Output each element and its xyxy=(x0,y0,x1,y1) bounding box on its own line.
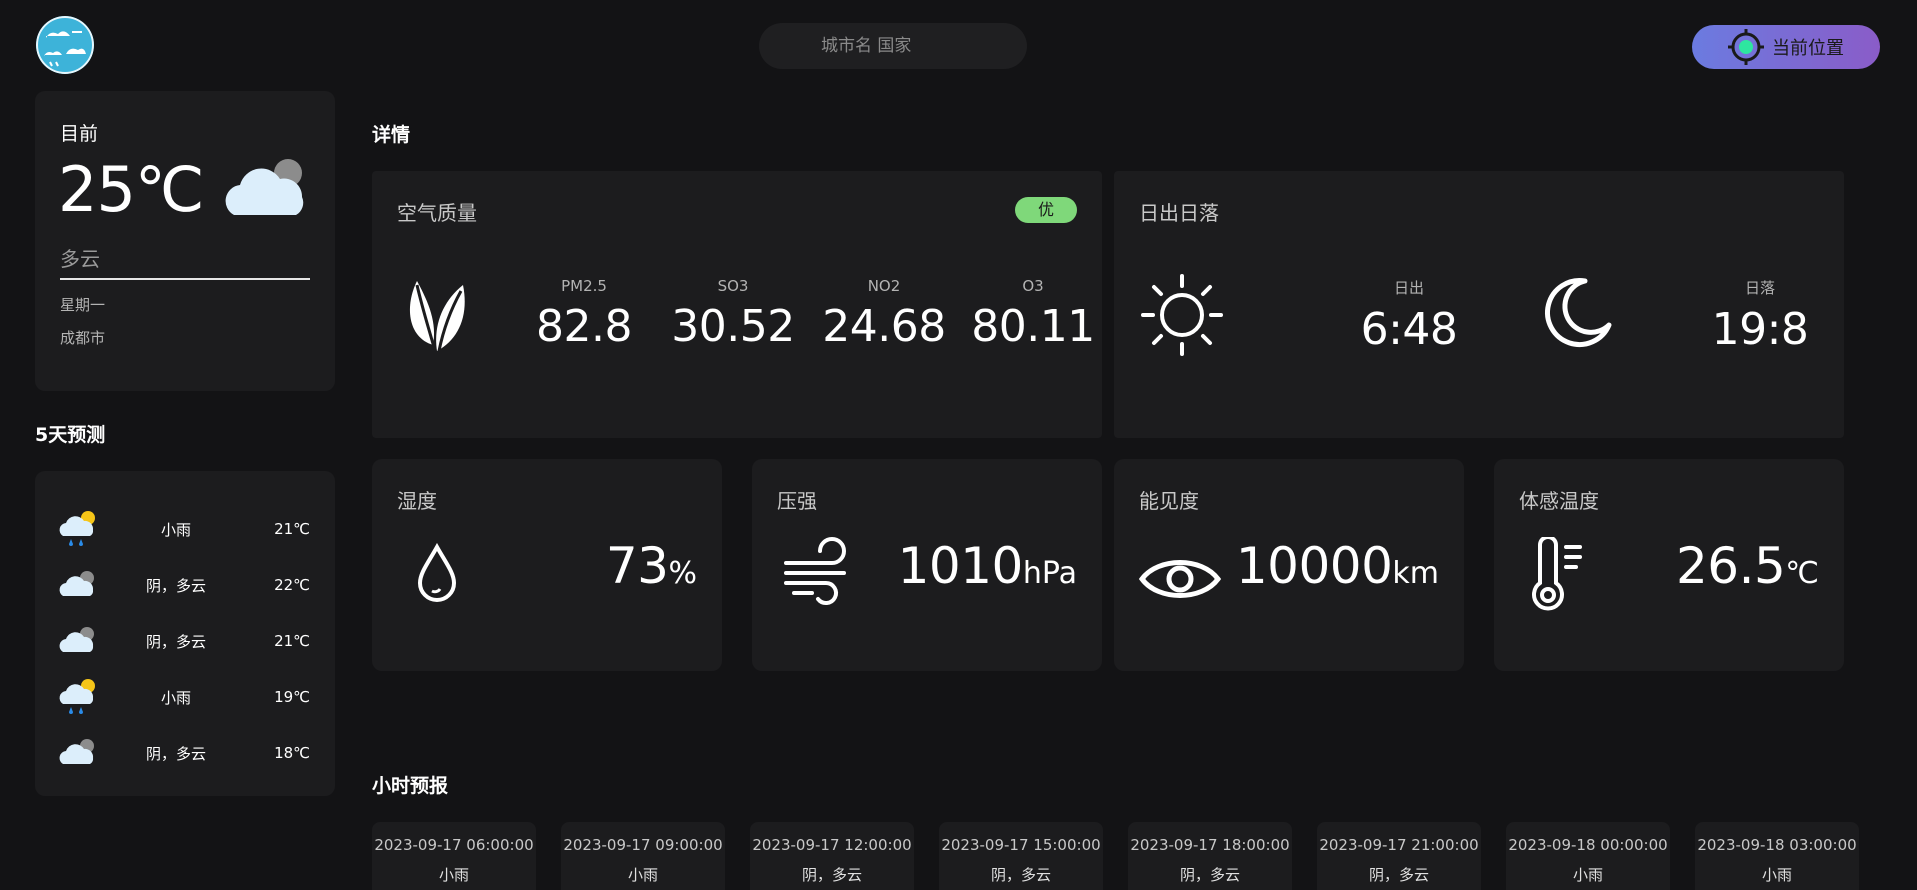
forecast-temp: 22℃ xyxy=(274,576,310,594)
pollutant-value: 24.68 xyxy=(822,301,946,352)
current-location-label: 当前位置 xyxy=(1772,38,1844,59)
pollutant-value: 82.8 xyxy=(536,301,632,352)
hourly-time: 2023-09-17 12:00:00 xyxy=(752,836,912,854)
hourly-condition: 阴，多云 xyxy=(1368,866,1429,884)
details-title: 详情 xyxy=(372,124,411,146)
hourly-condition: 小雨 xyxy=(438,866,469,884)
cloudy-icon xyxy=(225,159,304,215)
current-weather-card: 目前 25℃ 多云 星期一 成都市 xyxy=(35,91,335,391)
hourly-time: 2023-09-17 21:00:00 xyxy=(1319,836,1479,854)
search-box[interactable] xyxy=(759,23,1027,69)
hourly-condition: 小雨 xyxy=(627,866,658,884)
forecast-item[interactable]: 阴，多云 21℃ xyxy=(35,613,335,669)
pressure-title: 压强 xyxy=(777,489,817,513)
forecast-card: 小雨 21℃ 阴，多云 22℃ 阴，多云 21℃ 小雨 19℃ 阴，多云 18℃ xyxy=(35,471,335,796)
forecast-condition: 阴，多云 xyxy=(145,576,206,595)
sun-icon xyxy=(1141,274,1223,356)
visibility-title: 能见度 xyxy=(1139,489,1199,513)
pollutant-item: PM2.5 82.8 xyxy=(509,277,659,352)
pollutant-name: SO3 xyxy=(717,277,749,295)
air-quality-card: 空气质量 优 PM2.5 82.8 SO3 30.52 NO2 24.68 O3 80.11 xyxy=(372,171,1102,438)
pollutant-value: 30.52 xyxy=(671,301,795,352)
humidity-card: 湿度 73% xyxy=(372,459,722,671)
pollutant-name: PM2.5 xyxy=(561,277,607,295)
forecast-condition: 小雨 xyxy=(160,688,191,707)
hourly-time: 2023-09-18 03:00:00 xyxy=(1697,836,1857,854)
hourly-condition: 小雨 xyxy=(1761,866,1792,884)
crosshair-icon xyxy=(1728,29,1764,65)
forecast-temp: 21℃ xyxy=(274,632,310,650)
hourly-item[interactable]: 2023-09-17 21:00:00 阴，多云 xyxy=(1317,822,1481,890)
forecast-item[interactable]: 小雨 21℃ xyxy=(35,501,335,557)
pressure-card: 压强 1010hPa xyxy=(752,459,1102,671)
current-weekday: 星期一 xyxy=(60,296,106,314)
forecast-condition: 阴，多云 xyxy=(145,632,206,651)
forecast-title: 5天预测 xyxy=(35,424,106,446)
search-input[interactable] xyxy=(759,23,1027,69)
hourly-condition: 阴，多云 xyxy=(1179,866,1240,884)
moon-icon xyxy=(1545,278,1612,348)
feels-like-card: 体感温度 26.5℃ xyxy=(1494,459,1844,671)
sun-card: 日出日落 日出 6:48 日落 19:8 xyxy=(1114,171,1844,438)
hourly-condition: 阴，多云 xyxy=(990,866,1051,884)
sunset-label: 日落 xyxy=(1744,279,1775,297)
humidity-value: 73 xyxy=(605,537,669,595)
current-condition: 多云 xyxy=(60,247,100,271)
thermometer-icon xyxy=(1532,537,1582,611)
hourly-time: 2023-09-17 09:00:00 xyxy=(563,836,723,854)
pollutant-item: O3 80.11 xyxy=(958,277,1108,352)
feels-like-title: 体感温度 xyxy=(1519,489,1599,513)
hourly-time: 2023-09-17 18:00:00 xyxy=(1130,836,1290,854)
feels-like-unit: ℃ xyxy=(1785,556,1819,591)
forecast-temp: 18℃ xyxy=(274,744,310,762)
current-temperature: 25℃ xyxy=(58,153,205,226)
hourly-item[interactable]: 2023-09-18 00:00:00 小雨 xyxy=(1506,822,1670,890)
feels-like-value: 26.5 xyxy=(1675,537,1786,595)
current-title: 目前 xyxy=(60,123,99,145)
forecast-item[interactable]: 阴，多云 18℃ xyxy=(35,725,335,781)
forecast-condition: 阴，多云 xyxy=(145,744,206,763)
current-location-button[interactable]: 当前位置 xyxy=(1692,25,1880,69)
hourly-item[interactable]: 2023-09-18 03:00:00 小雨 xyxy=(1695,822,1859,890)
hourly-time: 2023-09-18 00:00:00 xyxy=(1508,836,1668,854)
hourly-title: 小时预报 xyxy=(372,775,449,797)
wind-icon xyxy=(784,537,846,605)
hourly-item[interactable]: 2023-09-17 06:00:00 小雨 xyxy=(372,822,536,890)
pollutant-item: SO3 30.52 xyxy=(658,277,808,352)
pressure-value: 1010 xyxy=(897,537,1024,595)
hourly-item[interactable]: 2023-09-17 12:00:00 阴，多云 xyxy=(750,822,914,890)
forecast-item[interactable]: 小雨 19℃ xyxy=(35,669,335,725)
visibility-value: 10000 xyxy=(1235,537,1393,595)
hourly-item[interactable]: 2023-09-17 18:00:00 阴，多云 xyxy=(1128,822,1292,890)
forecast-temp: 21℃ xyxy=(274,520,310,538)
hourly-condition: 小雨 xyxy=(1572,866,1603,884)
pollutant-name: O3 xyxy=(1022,277,1044,295)
app-logo[interactable] xyxy=(36,16,94,74)
hourly-item[interactable]: 2023-09-17 09:00:00 小雨 xyxy=(561,822,725,890)
hourly-time: 2023-09-17 06:00:00 xyxy=(374,836,534,854)
current-city: 成都市 xyxy=(60,329,106,347)
humidity-title: 湿度 xyxy=(397,489,437,513)
pollutant-value: 80.11 xyxy=(971,301,1095,352)
water-drop-icon xyxy=(417,543,457,602)
divider xyxy=(60,278,310,280)
sunrise-time: 6:48 xyxy=(1360,304,1458,355)
visibility-card: 能见度 10000km xyxy=(1114,459,1464,671)
hourly-item[interactable]: 2023-09-17 15:00:00 阴，多云 xyxy=(939,822,1103,890)
sunrise-label: 日出 xyxy=(1393,279,1424,297)
hourly-condition: 阴，多云 xyxy=(801,866,862,884)
sun-title: 日出日落 xyxy=(1139,201,1219,225)
visibility-unit: km xyxy=(1392,556,1439,591)
sunset-time: 19:8 xyxy=(1711,304,1809,355)
eye-icon xyxy=(1138,560,1222,598)
forecast-condition: 小雨 xyxy=(160,520,191,539)
forecast-temp: 19℃ xyxy=(274,688,310,706)
humidity-unit: % xyxy=(668,556,697,591)
pollutant-name: NO2 xyxy=(867,277,901,295)
hourly-time: 2023-09-17 15:00:00 xyxy=(941,836,1101,854)
pressure-unit: hPa xyxy=(1022,556,1077,591)
pollutant-item: NO2 24.68 xyxy=(809,277,959,352)
forecast-item[interactable]: 阴，多云 22℃ xyxy=(35,557,335,613)
weather-logo-icon xyxy=(36,16,94,74)
